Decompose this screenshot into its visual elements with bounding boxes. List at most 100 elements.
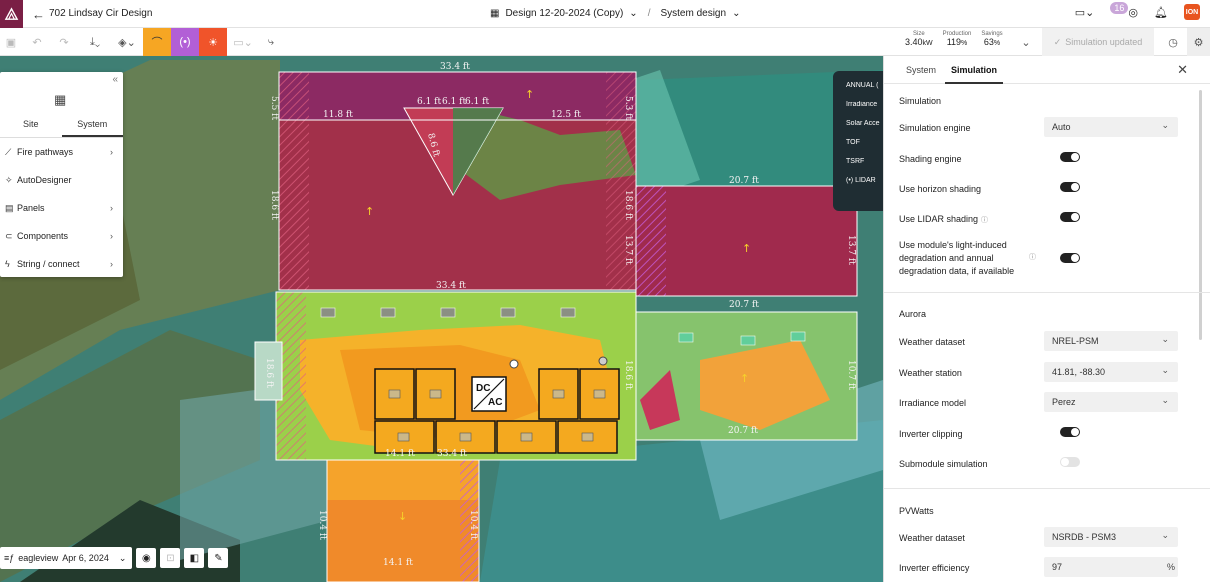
pvwatts-weather-dataset-select[interactable]: NSRDB - PSM3 ⌄	[1044, 527, 1178, 547]
project-title[interactable]: 702 Lindsay Cir Design	[49, 8, 152, 19]
section-title-simulation: Simulation	[899, 96, 942, 106]
annual-irradiance-panel[interactable]: ANNUAL ( Irradiance Solar Acce TOF TSRF …	[833, 71, 883, 211]
chevron-down-icon: ⌄	[1161, 395, 1169, 405]
auto-designer-icon: ✧	[5, 174, 13, 185]
simulation-settings-panel: System Simulation ✕ Simulation Simulatio…	[883, 56, 1210, 582]
horizon-shading-toggle[interactable]	[1060, 182, 1080, 192]
aerial-map[interactable]: DC AC ↑ ↑ ↑ ↓ ↑ 33.4 ft 11.8 ft 6.1 ft 6.1 f…	[0, 56, 883, 582]
simulation-updated-button[interactable]: ✓ Simulation updated	[1042, 28, 1154, 56]
menu-item-panels[interactable]: ▤ Panels ›	[0, 200, 123, 216]
redo-icon[interactable]: ↷	[55, 28, 73, 56]
roof-tool-button[interactable]: ⌒	[143, 28, 171, 56]
tab-system[interactable]: System	[61, 116, 123, 137]
download-icon[interactable]: ⤓⌄	[83, 28, 107, 56]
svg-text:↑: ↑	[525, 88, 534, 101]
eye-icon[interactable]: ◉	[136, 548, 157, 568]
svg-text:↑: ↑	[365, 205, 374, 218]
svg-text:14.1 ft: 14.1 ft	[385, 449, 415, 459]
users-icon[interactable]: 16 ◎	[1110, 1, 1138, 19]
chevron-right-icon: ›	[110, 259, 113, 269]
tab-site[interactable]: Site	[0, 116, 62, 137]
back-arrow-icon[interactable]: ←	[32, 7, 45, 22]
lidar-shading-toggle[interactable]	[1060, 212, 1080, 222]
view-dropdown-icon[interactable]: ▭⌄	[232, 28, 254, 56]
collapse-icon[interactable]: «	[112, 74, 118, 85]
svg-text:6.1 ft: 6.1 ft	[465, 97, 490, 107]
map-canvas[interactable]: DC AC ↑ ↑ ↑ ↓ ↑ 33.4 ft 11.8 ft 6.1 ft 6.1 f…	[0, 56, 883, 582]
svg-text:13.7 ft: 13.7 ft	[846, 235, 856, 265]
imagery-selector[interactable]: ≡ƒ eagleview Apr 6, 2024 ⌄	[0, 547, 133, 569]
inverter-clipping-toggle[interactable]	[1060, 427, 1080, 437]
stats-chevron-down-icon[interactable]: ⌄	[1018, 28, 1034, 56]
inverter-efficiency-input[interactable]: 97%	[1044, 557, 1178, 577]
inverter-ac-label: AC	[488, 397, 502, 408]
display-settings-icon[interactable]: ▭⌄	[1075, 6, 1095, 19]
svg-text:5.5 ft: 5.5 ft	[269, 96, 279, 121]
breadcrumb: ▦ Design 12-20-2024 (Copy) ⌄ / System de…	[490, 8, 740, 19]
weather-dataset-select[interactable]: NREL-PSM ⌄	[1044, 331, 1178, 351]
top-bar: ← 702 Lindsay Cir Design ▦ Design 12-20-…	[0, 0, 1210, 28]
history-icon[interactable]: ◷	[1163, 28, 1183, 56]
system-tools-panel: « ▦ Site System ⟋ Fire pathways › ✧ Auto…	[0, 72, 123, 277]
tab-system[interactable]: System	[906, 65, 936, 75]
compare-icon[interactable]: ◧	[184, 548, 205, 568]
right-panel-tabs: System Simulation ✕	[884, 56, 1210, 84]
gear-icon[interactable]: ⚙	[1187, 28, 1210, 56]
stat-size: Size 3.40kW	[905, 31, 933, 47]
irradiance-tool-button[interactable]: (•)	[171, 28, 199, 56]
grid-icon: ▦	[54, 92, 67, 107]
svg-text:10.7 ft: 10.7 ft	[846, 360, 856, 390]
annual-row-tof[interactable]: TOF	[846, 139, 883, 146]
layers-icon[interactable]: ◈⌄	[114, 28, 140, 56]
stat-savings: Savings 63%	[981, 31, 1003, 47]
svg-text:↓: ↓	[398, 510, 407, 523]
shading-engine-toggle[interactable]	[1060, 152, 1080, 162]
org-logo[interactable]: ION	[1184, 4, 1200, 20]
chevron-down-icon: ⌄	[1161, 365, 1169, 375]
frame-icon[interactable]: ⊡	[160, 548, 181, 568]
irradiance-model-select[interactable]: Perez ⌄	[1044, 392, 1178, 412]
svg-text:↑: ↑	[740, 372, 749, 385]
info-icon[interactable]: ⓘ	[1029, 252, 1036, 262]
annual-row-lidar[interactable]: (•) LIDAR	[846, 177, 883, 184]
chevron-right-icon: ›	[110, 147, 113, 157]
chevron-down-icon: ⌄	[118, 552, 127, 563]
sun-tool-button[interactable]: ☀	[199, 28, 227, 56]
svg-text:12.5 ft: 12.5 ft	[551, 110, 581, 120]
svg-text:20.7 ft: 20.7 ft	[729, 300, 759, 310]
svg-text:11.8 ft: 11.8 ft	[323, 110, 353, 120]
app-logo[interactable]	[0, 0, 23, 28]
annual-row-irradiance[interactable]: Irradiance	[846, 101, 883, 108]
scrollbar[interactable]	[1199, 90, 1202, 340]
chevron-down-icon: ⌄	[732, 8, 741, 19]
annual-row-tsrf[interactable]: TSRF	[846, 158, 883, 165]
info-icon[interactable]: ⓘ	[981, 217, 988, 224]
menu-item-components[interactable]: ⊂ Components ›	[0, 228, 123, 244]
weather-station-select[interactable]: 41.81, -88.30 ⌄	[1044, 362, 1178, 382]
undo-icon[interactable]: ↶	[28, 28, 46, 56]
svg-text:10.4 ft: 10.4 ft	[468, 510, 478, 540]
simulation-engine-select[interactable]: Auto ⌄	[1044, 117, 1178, 137]
fire-pathway-icon: ⟋	[5, 146, 12, 157]
submodule-simulation-toggle[interactable]	[1060, 457, 1080, 467]
degradation-toggle[interactable]	[1060, 253, 1080, 263]
route-icon[interactable]: ⤷	[262, 28, 280, 56]
design-toolbar: ▣ ↶ ↷ ⤓⌄ ◈⌄ ⌒ (•) ☀ ▭⌄ ⤷ Size 3.40kW Pro…	[0, 28, 1210, 56]
panels-icon: ▤	[5, 202, 14, 213]
menu-item-string-connect[interactable]: ϟ String / connect ›	[0, 256, 123, 272]
menu-item-autodesigner[interactable]: ✧ AutoDesigner	[0, 172, 123, 188]
imagery-bar: ≡ƒ eagleview Apr 6, 2024 ⌄ ◉ ⊡ ◧ ✎	[0, 547, 229, 569]
svg-text:20.7 ft: 20.7 ft	[728, 426, 758, 436]
mode-dropdown[interactable]: System design	[660, 8, 726, 19]
save-icon[interactable]: ▣	[2, 28, 20, 56]
lidar-icon: (•)	[846, 177, 854, 184]
design-name-dropdown[interactable]: Design 12-20-2024 (Copy)	[505, 8, 623, 19]
annual-row-solar-access[interactable]: Solar Acce	[846, 120, 883, 127]
inverter-dc-label: DC	[476, 383, 490, 394]
close-icon[interactable]: ✕	[1177, 62, 1188, 78]
tab-simulation[interactable]: Simulation	[951, 65, 997, 75]
components-icon: ⊂	[5, 230, 13, 241]
pencil-icon[interactable]: ✎	[208, 548, 229, 568]
bell-icon[interactable]: 🔔︎	[1154, 6, 1168, 19]
menu-item-fire-pathways[interactable]: ⟋ Fire pathways ›	[0, 144, 123, 160]
